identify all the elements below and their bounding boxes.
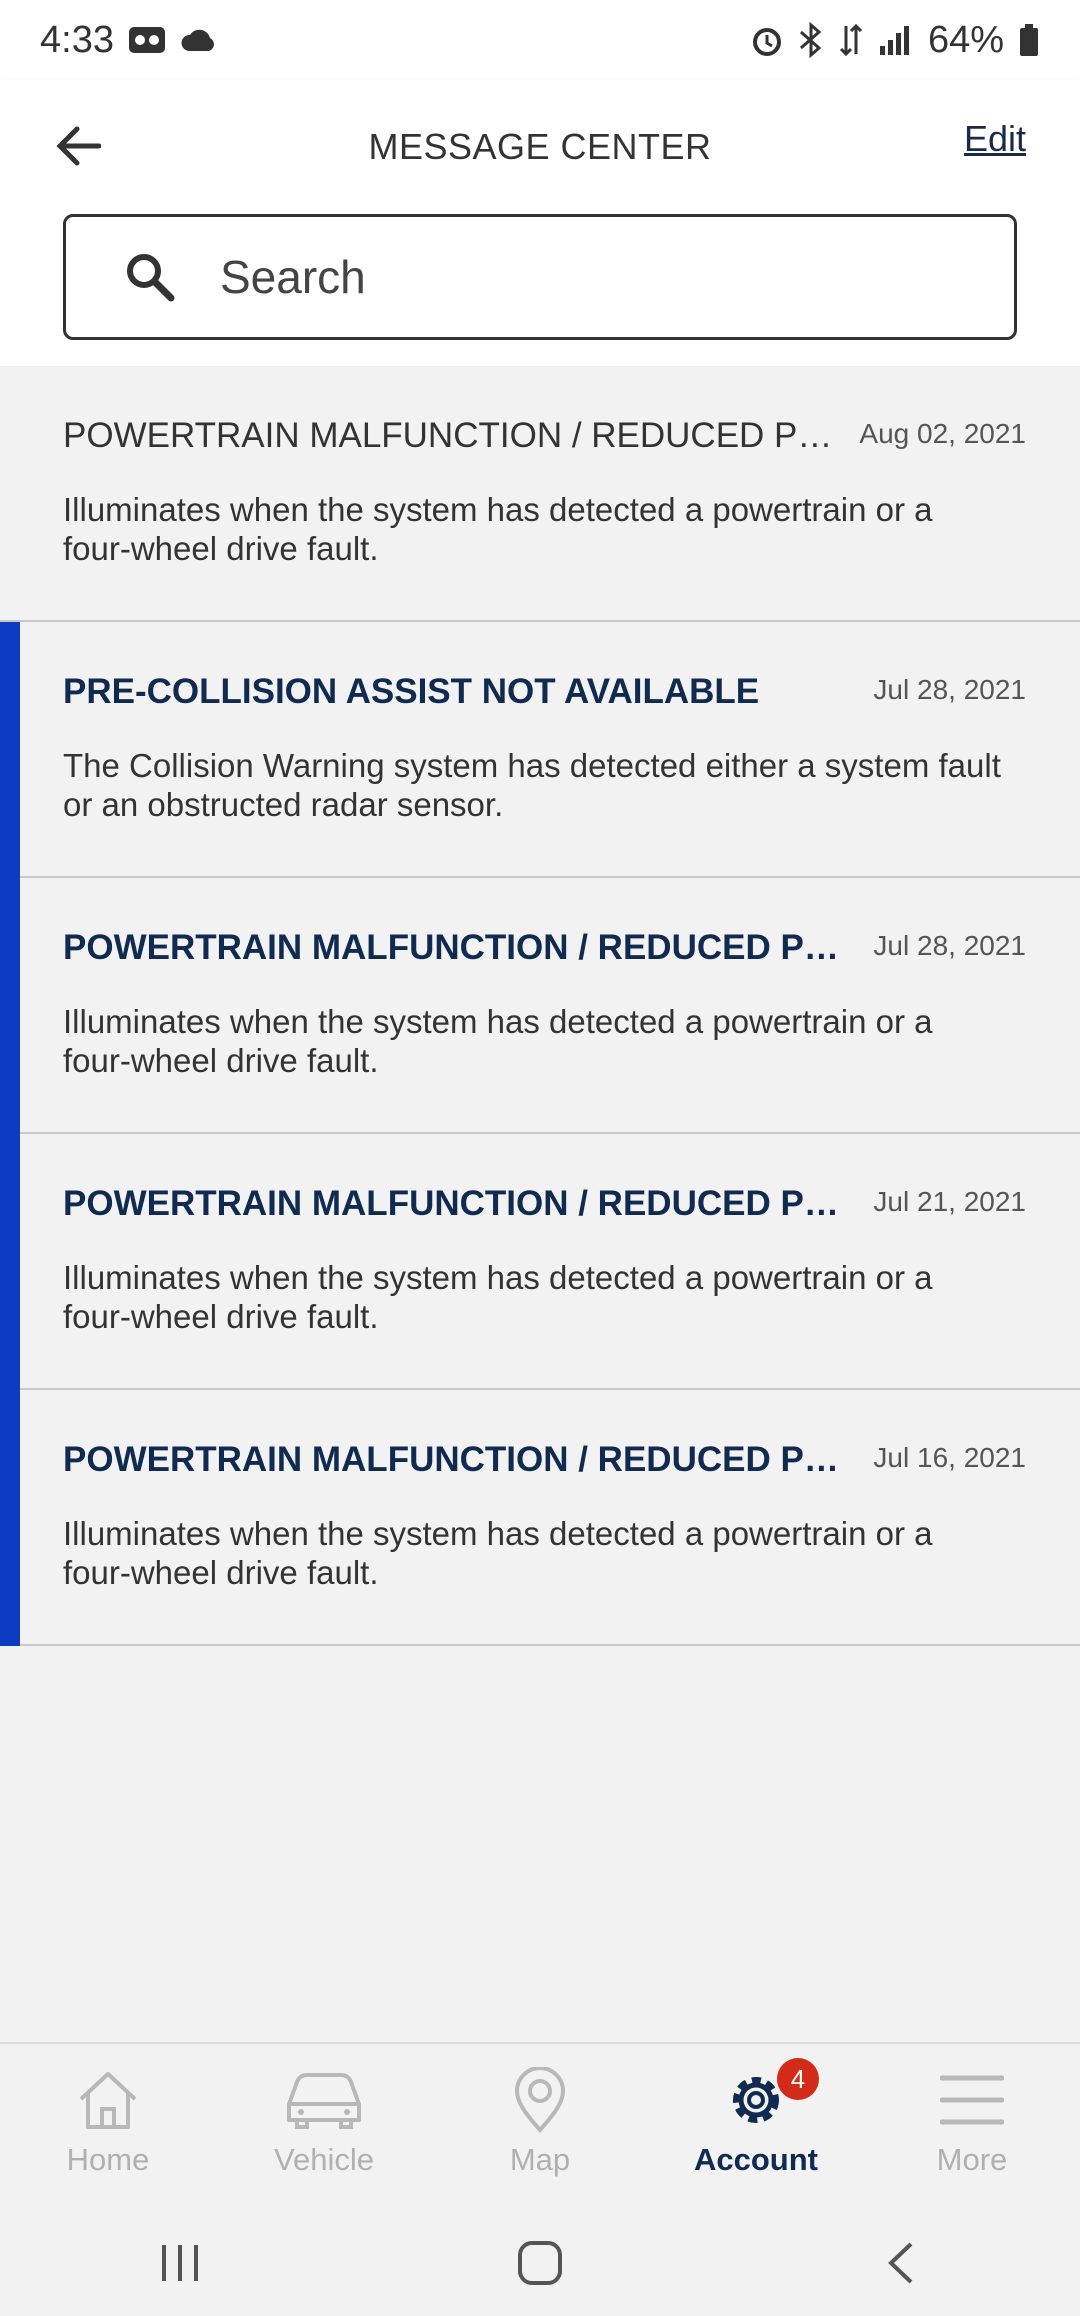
message-body: Illuminates when the system has detected…: [63, 491, 933, 567]
message-body: Illuminates when the system has detected…: [63, 1259, 933, 1335]
bluetooth-icon: [798, 22, 824, 58]
message-item[interactable]: PRE-COLLISION ASSIST NOT AVAILABLE Jul 2…: [0, 622, 1080, 878]
message-date: Jul 28, 2021: [873, 674, 1026, 705]
signal-icon: [878, 24, 914, 56]
back-system-button[interactable]: [840, 2223, 960, 2303]
message-title: POWERTRAIN MALFUNCTION / REDUCED POW...: [63, 928, 853, 967]
message-title: POWERTRAIN MALFUNCTION / REDUCED POW...: [63, 1440, 853, 1479]
message-date: Aug 02, 2021: [859, 418, 1026, 449]
message-title: POWERTRAIN MALFUNCTION / REDUCED POWER: [63, 416, 853, 455]
nav-account[interactable]: 4 Account: [648, 2044, 864, 2212]
nav-label: Account: [694, 2142, 818, 2177]
message-item[interactable]: POWERTRAIN MALFUNCTION / REDUCED POW... …: [0, 878, 1080, 1134]
nav-label: More: [936, 2142, 1008, 2177]
home-system-button[interactable]: [480, 2223, 600, 2303]
search-icon: [124, 249, 180, 305]
cloud-sync-icon: [180, 25, 218, 55]
battery-percent: 64%: [927, 18, 1004, 61]
edit-button[interactable]: Edit: [964, 118, 1026, 160]
data-transfer-icon: [838, 22, 864, 58]
nav-label: Vehicle: [274, 2142, 374, 2177]
message-body: The Collision Warning system has detecte…: [63, 747, 1001, 823]
search-input[interactable]: [218, 249, 922, 305]
message-item[interactable]: POWERTRAIN MALFUNCTION / REDUCED POW... …: [0, 1134, 1080, 1390]
message-body: Illuminates when the system has detected…: [63, 1003, 933, 1079]
message-body: Illuminates when the system has detected…: [63, 1515, 933, 1591]
alarm-icon: [750, 23, 784, 57]
car-icon: [283, 2064, 365, 2136]
message-title: PRE-COLLISION ASSIST NOT AVAILABLE: [63, 672, 760, 711]
nav-map[interactable]: Map: [432, 2044, 648, 2212]
message-list: POWERTRAIN MALFUNCTION / REDUCED POWER A…: [0, 366, 1080, 1646]
nav-more[interactable]: More: [864, 2044, 1080, 2212]
page-title: MESSAGE CENTER: [368, 126, 712, 167]
app-header: MESSAGE CENTER Edit: [0, 80, 1080, 366]
home-circle-icon: [518, 2241, 562, 2285]
menu-icon: [940, 2064, 1004, 2136]
home-icon: [75, 2064, 141, 2136]
system-nav-bar: [0, 2210, 1080, 2316]
bottom-nav: Home Vehicle Map 4 Account More: [0, 2042, 1080, 2212]
recent-apps-icon: [162, 2245, 198, 2281]
search-box[interactable]: [63, 214, 1017, 340]
nav-home[interactable]: Home: [0, 2044, 216, 2212]
chevron-left-icon: [888, 2242, 913, 2284]
message-title: POWERTRAIN MALFUNCTION / REDUCED POW...: [63, 1184, 853, 1223]
map-pin-icon: [513, 2064, 567, 2136]
battery-icon: [1018, 23, 1040, 57]
message-date: Jul 16, 2021: [873, 1442, 1026, 1473]
message-date: Jul 21, 2021: [873, 1186, 1026, 1217]
status-time: 4:33: [40, 18, 114, 61]
message-date: Jul 28, 2021: [873, 930, 1026, 961]
nav-label: Home: [66, 2142, 150, 2177]
gear-icon: 4: [723, 2058, 819, 2136]
nav-label: Map: [509, 2142, 571, 2177]
voicemail-icon: [128, 25, 166, 55]
message-item[interactable]: POWERTRAIN MALFUNCTION / REDUCED POW... …: [0, 1390, 1080, 1646]
notification-badge: 4: [777, 2058, 819, 2100]
message-item[interactable]: POWERTRAIN MALFUNCTION / REDUCED POWER A…: [0, 366, 1080, 622]
recent-apps-button[interactable]: [120, 2223, 240, 2303]
status-bar: 4:33 64%: [0, 0, 1080, 80]
nav-vehicle[interactable]: Vehicle: [216, 2044, 432, 2212]
